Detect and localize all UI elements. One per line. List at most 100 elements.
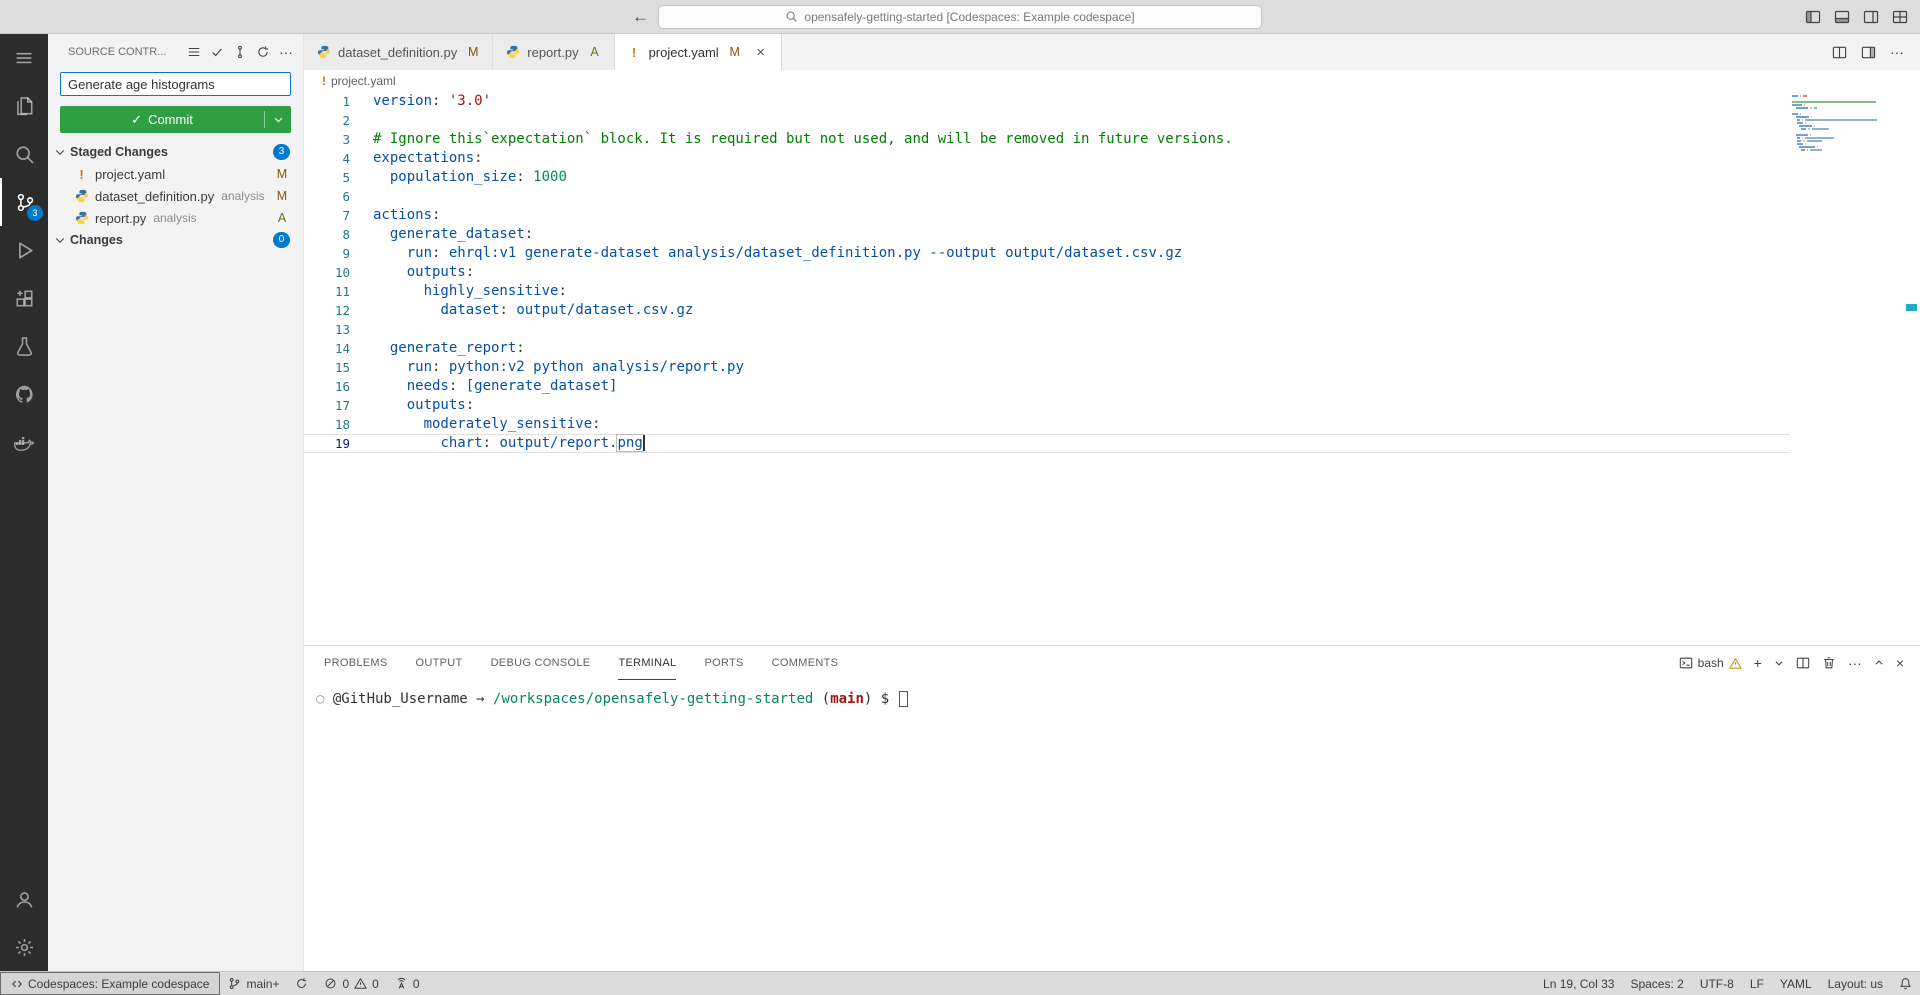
- activity-accounts[interactable]: [0, 875, 48, 923]
- activity-docker[interactable]: [0, 418, 48, 466]
- scm-file-row[interactable]: !project.yamlM: [48, 163, 303, 185]
- activity-testing[interactable]: [0, 322, 48, 370]
- split-terminal-button[interactable]: [1796, 656, 1810, 670]
- command-center-text: opensafely-getting-started [Codespaces: …: [804, 10, 1134, 24]
- line-number: 12: [304, 301, 350, 320]
- toggle-editor-layout-button[interactable]: [1861, 45, 1876, 60]
- panel-tab-terminal[interactable]: TERMINAL: [618, 646, 676, 680]
- cursor-position-item[interactable]: Ln 19, Col 33: [1535, 972, 1622, 995]
- code-token: :: [525, 226, 533, 242]
- tab-project.yaml[interactable]: !project.yamlM×: [615, 34, 782, 70]
- activity-extensions[interactable]: [0, 274, 48, 322]
- panel-tab-debug-console[interactable]: DEBUG CONSOLE: [491, 646, 591, 680]
- command-center-search[interactable]: opensafely-getting-started [Codespaces: …: [658, 5, 1262, 29]
- minimap-token: [1792, 122, 1795, 124]
- code-token: generate_dataset: [390, 226, 525, 242]
- terminal-shell-item[interactable]: bash: [1679, 656, 1742, 670]
- commit-button[interactable]: ✓ Commit: [60, 106, 291, 133]
- split-editor-button[interactable]: [1832, 45, 1847, 60]
- activity-run-debug[interactable]: [0, 226, 48, 274]
- line-number: 2: [304, 111, 350, 130]
- close-panel-button[interactable]: ×: [1896, 656, 1904, 670]
- minimap-token: [1796, 116, 1809, 118]
- more-actions-button[interactable]: ···: [279, 45, 293, 59]
- scm-file-row[interactable]: dataset_definition.pyanalysisM: [48, 185, 303, 207]
- keyboard-layout-item[interactable]: Layout: us: [1820, 972, 1891, 995]
- kill-terminal-button[interactable]: [1822, 656, 1836, 670]
- back-button[interactable]: ←: [632, 7, 649, 27]
- overview-ruler-marker: [1906, 304, 1917, 311]
- commit-dropdown-button[interactable]: [265, 106, 291, 133]
- activity-search[interactable]: [0, 130, 48, 178]
- panel-tab-comments[interactable]: COMMENTS: [772, 646, 839, 680]
- sync-status-item[interactable]: [287, 972, 316, 995]
- toggle-secondary-sidebar-button[interactable]: [1863, 9, 1879, 25]
- activity-source-control[interactable]: 3: [0, 178, 48, 226]
- gear-icon: [14, 937, 35, 958]
- activity-github[interactable]: [0, 370, 48, 418]
- panel-more-actions-button[interactable]: ···: [1848, 656, 1862, 670]
- problems-status-item[interactable]: 0 0: [316, 972, 386, 995]
- breadcrumb[interactable]: ! project.yaml: [304, 70, 1920, 92]
- minimap-token: [1808, 128, 1810, 130]
- tab-dataset_definition.py[interactable]: dataset_definition.pyM: [304, 34, 493, 70]
- code-token: :: [466, 264, 474, 280]
- scm-graph-button[interactable]: [233, 45, 247, 59]
- toggle-sidebar-button[interactable]: [1805, 9, 1821, 25]
- maximize-panel-button[interactable]: [1874, 658, 1884, 668]
- scm-file-row[interactable]: report.pyanalysisA: [48, 207, 303, 229]
- code-token: actions: [373, 207, 432, 223]
- branch-status-item[interactable]: main+: [220, 972, 287, 995]
- code-line: 9 run: ehrql:v1 generate-dataset analysi…: [304, 244, 1790, 263]
- code-token: '3.0': [449, 93, 491, 109]
- encoding-item[interactable]: UTF-8: [1692, 972, 1742, 995]
- minimap-line: [1792, 131, 1886, 133]
- language-mode-item[interactable]: YAML: [1772, 972, 1820, 995]
- terminal-view[interactable]: ○ @GitHub_Username → /workspaces/opensaf…: [304, 680, 1920, 971]
- notifications-bell[interactable]: [1891, 972, 1920, 995]
- menu-button[interactable]: [0, 34, 48, 82]
- terminal-dropdown-button[interactable]: [1774, 658, 1784, 668]
- scm-section-changes[interactable]: Changes0: [48, 229, 303, 251]
- errors-count: 0: [342, 977, 349, 991]
- github-icon: [14, 384, 35, 405]
- activity-settings[interactable]: [0, 923, 48, 971]
- minimap-token: [1807, 149, 1809, 151]
- file-name: report.py: [95, 211, 146, 226]
- toggle-panel-button[interactable]: [1834, 9, 1850, 25]
- code-token: [373, 169, 390, 185]
- minimap-line: [1792, 98, 1886, 100]
- scm-section-staged-changes[interactable]: Staged Changes3: [48, 141, 303, 163]
- commit-message-input[interactable]: [60, 72, 291, 96]
- panel-tab-ports[interactable]: PORTS: [704, 646, 743, 680]
- tab-report.py[interactable]: report.pyA: [493, 34, 614, 70]
- indentation-item[interactable]: Spaces: 2: [1622, 972, 1691, 995]
- editor-pane[interactable]: 1version: '3.0'23# Ignore this`expectati…: [304, 92, 1920, 645]
- activity-explorer[interactable]: [0, 82, 48, 130]
- view-as-list-button[interactable]: [187, 45, 201, 59]
- git-status-letter: M: [728, 45, 742, 59]
- warnings-count: 0: [372, 977, 379, 991]
- remote-indicator[interactable]: Codespaces: Example codespace: [0, 972, 220, 995]
- panel-tab-problems[interactable]: PROBLEMS: [324, 646, 388, 680]
- terminal-segment: main: [830, 691, 864, 707]
- line-text: outputs:: [350, 396, 474, 415]
- customize-layout-button[interactable]: [1892, 9, 1908, 25]
- minimap-token: [1817, 146, 1818, 148]
- count-badge: 0: [273, 232, 290, 248]
- line-number: 13: [304, 320, 350, 339]
- panel-tab-output[interactable]: OUTPUT: [416, 646, 463, 680]
- eol-item[interactable]: LF: [1742, 972, 1772, 995]
- minimap[interactable]: [1792, 95, 1886, 152]
- editor-more-actions-button[interactable]: ···: [1890, 45, 1904, 59]
- new-terminal-button[interactable]: +: [1754, 656, 1762, 670]
- close-icon[interactable]: ×: [753, 44, 769, 61]
- code-line: 12 dataset: output/dataset.csv.gz: [304, 301, 1790, 320]
- code-token: [373, 302, 440, 318]
- chevron-down-icon: [54, 234, 68, 246]
- refresh-button[interactable]: [256, 45, 270, 59]
- panel-header: PROBLEMS OUTPUT DEBUG CONSOLE TERMINAL PORTS…: [304, 646, 1920, 680]
- code-token: png: [617, 435, 642, 451]
- ports-status-item[interactable]: 0: [387, 972, 428, 995]
- scm-commit-button[interactable]: [210, 45, 224, 59]
